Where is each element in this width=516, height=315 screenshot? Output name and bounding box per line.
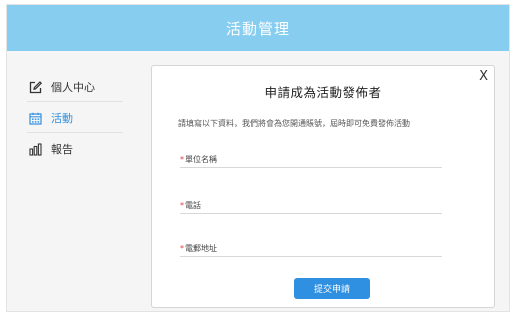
field-label: 電話 (185, 201, 201, 210)
sidebar-item-reports[interactable]: 報告 (27, 134, 125, 164)
dialog-title: 申請成為活動發佈者 (264, 85, 382, 100)
sidebar-item-label: 活動 (51, 112, 73, 125)
required-mark: * (180, 201, 184, 210)
page-title: 活動管理 (225, 19, 290, 38)
sidebar: 個人中心 活動 報告 (7, 51, 145, 311)
email-field[interactable]: * 電郵地址 (180, 241, 442, 257)
app-window: 活動管理 個人中心 活動 報告 X 申請成為活動發佈者 請填寫以下資料，我們將會… (6, 4, 510, 312)
dialog-description: 請填寫以下資料，我們將會為您開通賬號，屆時即可免費發佈活動 (178, 119, 410, 128)
sidebar-item-label: 報告 (51, 143, 73, 156)
bar-chart-icon (27, 141, 43, 157)
field-label: 單位名稱 (185, 155, 217, 164)
sidebar-item-label: 個人中心 (51, 81, 95, 94)
required-mark: * (180, 244, 184, 253)
field-label: 電郵地址 (185, 244, 217, 253)
required-mark: * (180, 155, 184, 164)
sidebar-divider (27, 132, 123, 133)
organization-name-field[interactable]: * 單位名稱 (180, 152, 442, 168)
main-content: X 申請成為活動發佈者 請填寫以下資料，我們將會為您開通賬號，屆時即可免費發佈活… (145, 51, 509, 311)
phone-field[interactable]: * 電話 (180, 198, 442, 214)
calendar-icon (27, 110, 43, 126)
header-bar: 活動管理 (7, 5, 509, 51)
sidebar-item-events[interactable]: 活動 (27, 103, 125, 133)
submit-application-button[interactable]: 提交申請 (294, 278, 370, 299)
sidebar-item-profile[interactable]: 個人中心 (27, 72, 125, 102)
sidebar-divider (27, 101, 123, 102)
edit-icon (27, 79, 43, 95)
apply-dialog: X 申請成為活動發佈者 請填寫以下資料，我們將會為您開通賬號，屆時即可免費發佈活… (151, 65, 495, 308)
